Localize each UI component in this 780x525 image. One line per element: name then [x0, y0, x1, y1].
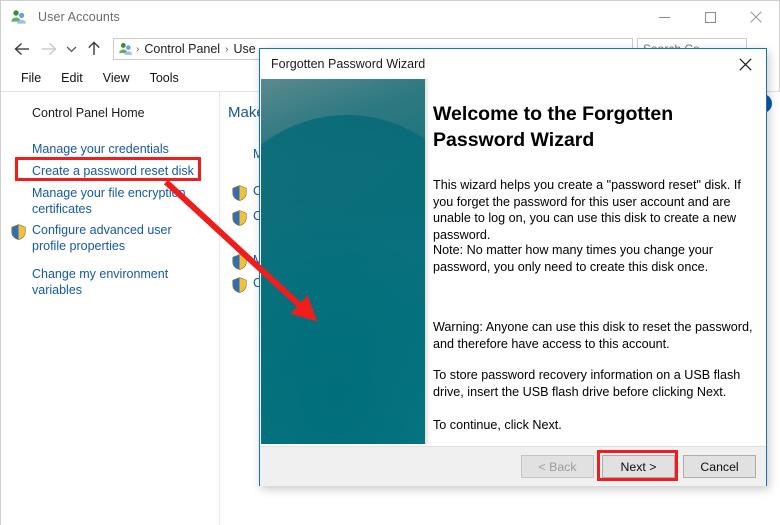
user-accounts-icon: [10, 8, 28, 26]
wizard-body: Welcome to the Forgotten Password Wizard…: [260, 79, 766, 446]
wizard-title: Forgotten Password Wizard: [271, 57, 426, 71]
shield-icon: [232, 277, 247, 293]
close-icon[interactable]: [724, 49, 766, 79]
wizard-paragraph-5: To continue, click Next.: [433, 418, 562, 432]
minimize-button[interactable]: [641, 1, 687, 33]
wizard-footer: < Back Next > Cancel: [260, 446, 766, 486]
breadcrumb-item-control-panel[interactable]: Control Panel: [141, 42, 223, 56]
wizard-paragraph-1: This wizard helps you create a "password…: [433, 178, 741, 242]
window-titlebar: User Accounts: [1, 1, 779, 33]
maximize-button[interactable]: [687, 1, 733, 33]
sidebar-item-control-panel-home[interactable]: Control Panel Home: [32, 105, 145, 121]
wizard-heading: Welcome to the Forgotten Password Wizard: [433, 103, 674, 151]
window-title: User Accounts: [38, 10, 120, 24]
sidebar-item-change-environment-variables[interactable]: Change my environment variables: [32, 266, 168, 298]
shield-icon: [11, 224, 26, 240]
menu-file[interactable]: File: [11, 69, 51, 87]
wizard-paragraph-4: To store password recovery information o…: [433, 368, 741, 399]
forgotten-password-wizard-dialog: Forgotten Password Wizard Welcome to the…: [259, 48, 767, 486]
cancel-button[interactable]: Cancel: [683, 455, 756, 478]
menu-tools[interactable]: Tools: [140, 69, 189, 87]
cancel-button-wrap: Cancel: [683, 455, 756, 478]
shield-icon: [232, 254, 247, 270]
sidebar-item-configure-advanced-user-profile[interactable]: Configure advanced user profile properti…: [32, 222, 172, 254]
forward-arrow-icon: [35, 36, 61, 62]
close-button[interactable]: [733, 1, 779, 33]
menu-edit[interactable]: Edit: [51, 69, 93, 87]
recent-locations-icon[interactable]: [61, 36, 81, 62]
back-arrow-icon[interactable]: [9, 36, 35, 62]
shield-icon: [232, 210, 247, 226]
control-panel-icon: [118, 41, 134, 57]
next-button[interactable]: Next >: [602, 455, 675, 478]
shield-icon: [232, 185, 247, 201]
back-button: < Back: [521, 455, 594, 478]
wizard-paragraph-2: Note: No matter how many times you chang…: [433, 243, 713, 274]
sidebar-item-manage-credentials[interactable]: Manage your credentials: [32, 141, 169, 157]
wizard-banner-image: [261, 79, 425, 444]
back-button-wrap: < Back: [521, 455, 594, 478]
window-controls: [641, 1, 779, 33]
menu-view[interactable]: View: [93, 69, 140, 87]
wizard-paragraph-3: Warning: Anyone can use this disk to res…: [433, 320, 753, 351]
next-button-wrap: Next >: [597, 450, 678, 481]
up-arrow-icon[interactable]: [81, 36, 107, 62]
sidebar-item-manage-file-encryption-certificates[interactable]: Manage your file encryption certificates: [32, 185, 186, 217]
breadcrumb-separator: ›: [225, 43, 229, 55]
wizard-text-content: Welcome to the Forgotten Password Wizard…: [430, 79, 766, 444]
wizard-titlebar: Forgotten Password Wizard: [260, 49, 766, 79]
breadcrumb-item-user-accounts[interactable]: Use: [230, 42, 258, 56]
banner-arc-decoration: [261, 115, 425, 444]
annotation-highlight-box: [15, 157, 201, 181]
breadcrumb-separator: ›: [136, 43, 140, 55]
